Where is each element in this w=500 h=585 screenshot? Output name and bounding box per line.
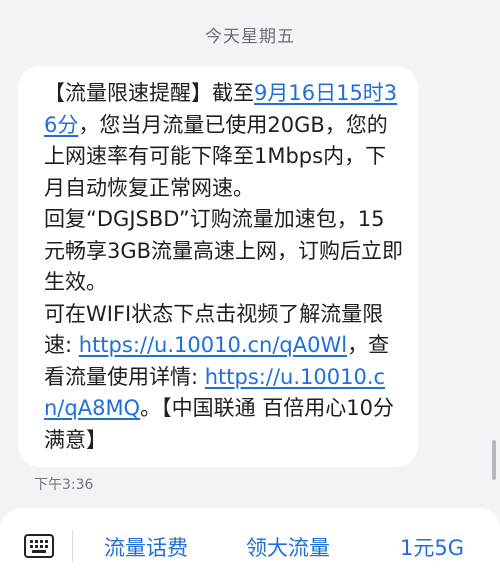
message-text: 【流量限速提醒】截至 <box>44 81 254 105</box>
menu-item-traffic-fees[interactable]: 流量话费 <box>104 532 188 562</box>
message-paragraph-3: 可在WIFI状态下点击视频了解流量限速: https://u.10010.cn/… <box>44 299 404 457</box>
message-bubble[interactable]: 【流量限速提醒】截至9月16日15时36分，您当月流量已使用20GB，您的上网速… <box>18 66 418 467</box>
keyboard-key-row <box>30 544 48 548</box>
message-timestamp: 下午3:36 <box>34 477 94 493</box>
bottom-menu-bar: 流量话费 领大流量 1元5G <box>0 508 500 585</box>
message-paragraph-1: 【流量限速提醒】截至9月16日15时36分，您当月流量已使用20GB，您的上网速… <box>44 78 404 204</box>
message-text: ，您当月流量已使用20GB，您的上网速率有可能下降至1Mbps内，下月自动恢复正… <box>44 112 388 200</box>
keyboard-icon[interactable] <box>24 534 54 558</box>
menu-item-1yuan-5g[interactable]: 1元5G <box>400 532 464 562</box>
scrollbar-thumb[interactable] <box>492 440 496 480</box>
message-paragraph-2: 回复“DGJSBD”订购流量加速包，15元畅享3GB流量高速上网，订购后立即生效… <box>44 207 404 294</box>
sms-conversation-screen: 今天星期五 【流量限速提醒】截至9月16日15时36分，您当月流量已使用20GB… <box>0 0 500 585</box>
date-separator: 今天星期五 <box>205 27 295 47</box>
video-link[interactable]: https://u.10010.cn/qA0Wl <box>79 333 347 357</box>
menu-divider <box>72 530 73 562</box>
menu-item-big-data[interactable]: 领大流量 <box>246 532 330 562</box>
keyboard-space-row <box>32 549 46 553</box>
keyboard-key-row <box>30 539 48 543</box>
